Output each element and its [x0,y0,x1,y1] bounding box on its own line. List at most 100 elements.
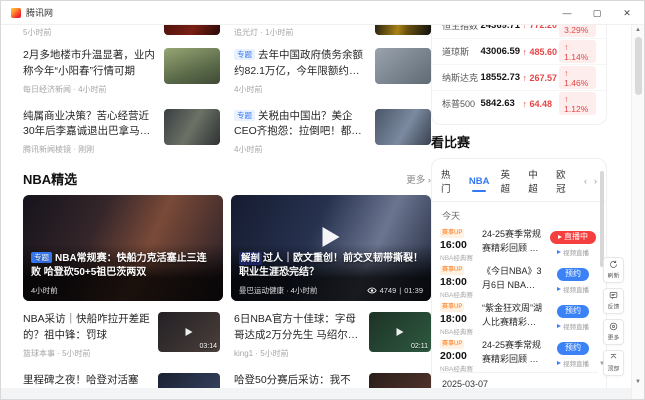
stock-percent: ↑ 1.12% [559,92,597,115]
feed-row-cut: 5小时前 追光灯 · 1小时前 [23,25,431,41]
tab-nba[interactable]: NBA [469,176,490,193]
play-icon [185,328,193,336]
more-link[interactable]: 更多 › [406,172,431,186]
scroll-up-icon[interactable]: ▲ [632,27,644,33]
tab-epl[interactable]: 英超 [500,167,517,201]
stock-name: 纳斯达克 [442,73,479,83]
article-title: 2月多地楼市升温显著，业内称今年“小阳春”行情可期 [23,49,155,77]
video-title: 解剖 过人｜欧文重创！前交叉韧带撕裂！职业生涯恐完结？ [239,252,424,278]
stock-name: 标普500 [442,99,476,109]
stock-name: 道琼斯 [442,47,470,57]
topic-tag: 专题 [31,252,52,263]
video-caption-overlay: 专题 NBA常规赛：快船力克活塞止三连败 哈登砍50+5祖巴茨两双 4小时前 [23,244,223,301]
tabs-prev-arrow-icon[interactable]: ‹ [584,176,587,186]
tab-ucl[interactable]: 欧冠 [556,167,573,201]
window-scrollbar[interactable]: ▲ ▼ [631,25,644,399]
play-icon [557,250,561,254]
article-source: 5小时前 [23,28,52,37]
refresh-button[interactable]: 刷新 [603,257,624,283]
game-time: 18:00 [440,313,467,326]
video-card[interactable]: 解剖 过人｜欧文重创！前交叉韧带撕裂！职业生涯恐完结？ 曼巴运动健康 · 4小时前… [231,195,431,301]
article-thumbnail [375,108,431,145]
reserve-badge[interactable]: 预约 [557,341,589,355]
feed-row: 2月多地楼市升温显著，业内称今年“小阳春”行情可期 每日经济新闻 · 4小时前 … [23,41,431,102]
tab-hot[interactable]: 热门 [441,167,458,201]
stock-percent: ↑ 1.46% [559,66,597,89]
live-icon [558,235,562,239]
game-sub: 视频直播 [548,358,598,368]
more-button[interactable]: 更多 [603,319,624,345]
game-sub: 视频直播 [548,247,598,257]
series-tag: 解剖 [239,252,263,266]
article-item[interactable]: 追光灯 · 1小时前 [234,25,431,41]
scrollbar-thumb[interactable] [635,37,642,95]
game-row[interactable]: 赛事UP 20:00 NBA经典赛 24-25赛季常规赛精彩回顾 活塞vs快船 … [432,334,606,373]
game-title: 24-25赛季常规赛精彩回顾 独行侠vs掘金 [482,229,542,253]
tab-csl[interactable]: 中超 [528,167,545,201]
live-badge[interactable]: 直播中 [550,230,596,244]
video-title: 专题 NBA常规赛：快船力克活塞止三连败 哈登砍50+5祖巴茨两双 [31,252,207,278]
video-list: NBA采访｜快船咋拉开差距的？祖中锋：罚球 篮球本事 · 5小时前 03:14 … [23,305,431,399]
video-thumbnail: 03:14 [158,312,220,352]
article-source: 追光灯 · 1小时前 [234,28,294,37]
video-thumbnail: 02:11 [369,312,431,352]
video-list-item[interactable]: 6日NBA官方十佳球：字母哥达成2万分先生 马绍尔神奇一打四 king1 · 5… [234,305,431,366]
app-window: 腾讯网 — ▢ ✕ 5小时前 追光灯 · 1小时前 2月多地楼市升温显著，业内称… [0,0,645,400]
article-item[interactable]: 专题去年中国政府债务余额约82.1万亿，今年限额约99.9万亿元 4小时前 [234,41,431,102]
article-thumbnail [164,108,220,145]
feedback-button[interactable]: 反馈 [603,288,624,314]
article-source: 4小时前 [234,84,263,94]
video-list-item[interactable]: NBA采访｜快船咋拉开差距的？祖中锋：罚球 篮球本事 · 5小时前 03:14 [23,305,220,366]
game-row[interactable]: 赛事UP 18:00 NBA经典赛 “紫金狂欢周”湖人比赛精彩回顾 科比谢… 预… [432,297,606,336]
tabs-next-arrow-icon[interactable]: › [594,176,597,186]
minimize-button[interactable]: — [552,1,582,25]
play-icon [557,324,561,328]
article-item[interactable]: 纯属商业决策？苦心经营近30年后李嘉诚退出巴拿马运河，美国财团接手 腾讯新闻棱镜… [23,102,220,163]
back-to-top-button[interactable]: 顶部 [603,350,624,376]
stock-value: 24369.71 [480,25,521,31]
article-item[interactable]: 2月多地楼市升温显著，业内称今年“小阳春”行情可期 每日经济新闻 · 4小时前 [23,41,220,102]
section-title: 看比赛 [431,135,471,150]
stock-row[interactable]: 标普500 5842.63 ↑ 64.48 ↑ 1.12% [432,90,606,116]
video-cards-row: 专题 NBA常规赛：快船力克活塞止三连败 哈登砍50+5祖巴茨两双 4小时前 解剖… [23,195,431,301]
game-time: 16:00 [440,239,467,252]
article-source: 每日经济新闻 · 4小时前 [23,84,107,94]
article-item[interactable]: 专题关税由中国出？美企CEO齐抱怨：拉倒吧！都是从我兜里掏钱 4小时前 [234,102,431,163]
video-duration: 03:14 [199,343,217,350]
game-row[interactable]: 赛事UP 18:00 NBA经典赛 《今日NBA》3月6日 NBA赛事精彩回顾 … [432,260,606,299]
article-thumbnail [375,25,431,35]
today-label: 今天 [442,211,461,221]
video-duration: 02:11 [411,343,428,350]
stocks-card: 恒生指数 24369.71 ↑ 772.20 ↑ 3.29% 道琼斯 43006… [431,25,607,125]
video-source: king1 · 5小时前 [234,348,289,358]
scroll-down-icon[interactable]: ▼ [632,379,644,385]
article-title: 专题关税由中国出？美企CEO齐抱怨：拉倒吧！都是从我兜里掏钱 [234,109,362,138]
game-tag: 赛事UP [440,340,465,350]
stock-row[interactable]: 纳斯达克 18552.73 ↑ 267.57 ↑ 1.46% [432,64,606,90]
game-league: NBA经典赛 [440,365,473,373]
league-tabs: 热门 NBA 英超 中超 欧冠 ‹ › [432,159,606,202]
panel-scrollbar-thumb[interactable] [600,171,604,267]
game-row[interactable]: 赛事UP 16:00 NBA经典赛 24-25赛季常规赛精彩回顾 独行侠vs掘金… [432,223,606,262]
page-content: 5小时前 追光灯 · 1小时前 2月多地楼市升温显著，业内称今年“小阳春”行情可… [1,25,644,399]
close-button[interactable]: ✕ [612,1,642,25]
game-title: “紫金狂欢周”湖人比赛精彩回顾 科比谢… [482,303,542,327]
stock-percent: ↑ 3.29% [559,25,597,37]
right-sidebar: 恒生指数 24369.71 ↑ 772.20 ↑ 3.29% 道琼斯 43006… [431,25,607,396]
video-source: 篮球本事 · 5小时前 [23,348,91,358]
maximize-button[interactable]: ▢ [582,1,612,25]
reserve-badge[interactable]: 预约 [557,304,589,318]
game-tag: 赛事UP [440,229,465,239]
floating-toolbar: 刷新 反馈 更多 顶部 [603,257,624,376]
stock-row[interactable]: 恒生指数 24369.71 ↑ 772.20 ↑ 3.29% [432,25,606,38]
games-card: 热门 NBA 英超 中超 欧冠 ‹ › 今天 赛事UP 16:00 NBA经典赛 [431,158,607,396]
article-thumbnail [164,25,220,35]
reserve-badge[interactable]: 预约 [557,267,589,281]
more-icon [609,322,618,331]
app-logo-icon [11,7,21,18]
article-source: 腾讯新闻棱镜 · 刚刚 [23,145,95,154]
video-card[interactable]: 专题 NBA常规赛：快船力克活塞止三连败 哈登砍50+5祖巴茨两双 4小时前 [23,195,223,301]
stock-row[interactable]: 道琼斯 43006.59 ↑ 485.60 ↑ 1.14% [432,38,606,64]
feed-row: 纯属商业决策？苦心经营近30年后李嘉诚退出巴拿马运河，美国财团接手 腾讯新闻棱镜… [23,102,431,163]
article-item[interactable]: 5小时前 [23,25,220,41]
